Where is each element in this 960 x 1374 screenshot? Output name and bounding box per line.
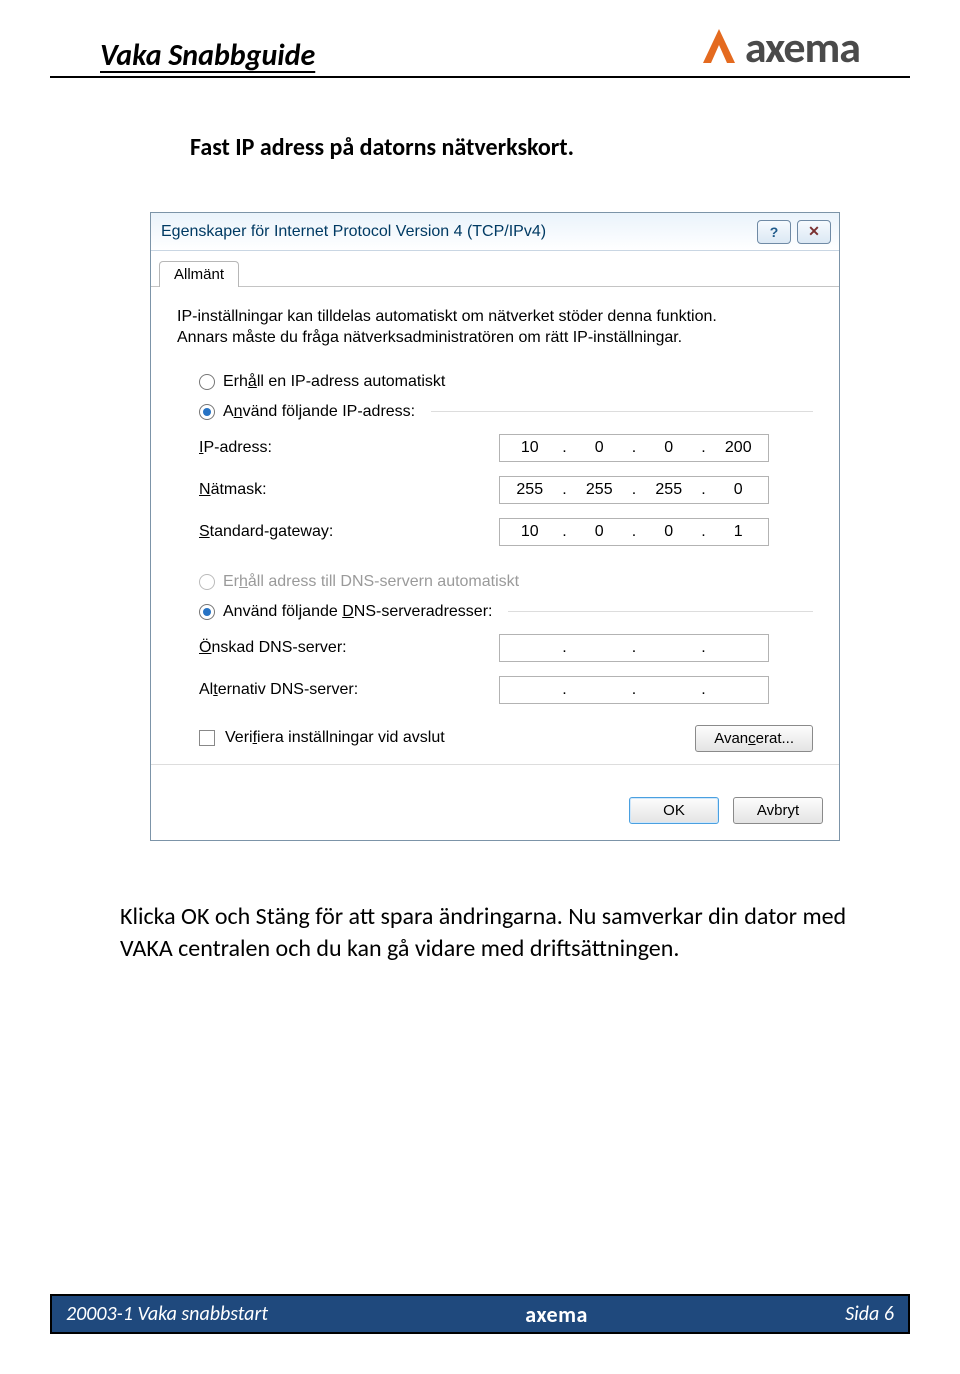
field-ip-address: IP-adress: 10. 0. 0. 200 (177, 427, 813, 469)
page-title: Vaka Snabbguide (100, 37, 315, 74)
dialog-body: IP-inställningar kan tilldelas automatis… (151, 287, 839, 785)
post-dialog-text: Klicka OK och Stäng för att spara ändrin… (120, 901, 900, 966)
footer-brand: axema (525, 1301, 588, 1328)
titlebar-buttons (757, 220, 831, 244)
radio-icon (199, 404, 215, 420)
ipv4-properties-dialog: Egenskaper för Internet Protocol Version… (150, 212, 840, 841)
ip-address-label: IP-adress: (199, 439, 499, 457)
help-button[interactable] (757, 220, 791, 244)
field-subnet-mask: Nätmask: 255. 255. 255. 0 (177, 469, 813, 511)
dialog-titlebar: Egenskaper för Internet Protocol Version… (151, 213, 839, 251)
tab-strip: Allmänt (151, 250, 839, 287)
radio-label: Använd följande DNS-serveradresser: (223, 603, 492, 621)
alternate-dns-input[interactable]: . . . (499, 676, 769, 704)
field-preferred-dns: Önskad DNS-server: . . . (177, 627, 813, 669)
cancel-button[interactable]: Avbryt (733, 797, 823, 824)
radio-label: Erhåll adress till DNS-servern automatis… (223, 573, 519, 591)
footer-page-number: Sida 6 (845, 1302, 894, 1326)
ok-button[interactable]: OK (629, 797, 719, 824)
dialog-title: Egenskaper för Internet Protocol Version… (161, 223, 757, 241)
subnet-mask-input[interactable]: 255. 255. 255. 0 (499, 476, 769, 504)
dialog-footer: OK Avbryt (151, 785, 839, 840)
radio-icon (199, 604, 215, 620)
radio-use-following-ip[interactable]: Använd följande IP-adress: (177, 397, 813, 427)
radio-obtain-dns-auto: Erhåll adress till DNS-servern automatis… (177, 567, 813, 597)
verify-on-exit-row: Verifiera inställningar vid avslut Avanc… (177, 711, 813, 756)
radio-label: Erhåll en IP-adress automatiskt (223, 373, 445, 391)
radio-label: Använd följande IP-adress: (223, 403, 415, 421)
section-subtitle: Fast IP adress på datorns nätverkskort. (190, 133, 900, 162)
axema-logo-icon (697, 25, 741, 69)
radio-use-following-dns[interactable]: Använd följande DNS-serveradresser: (177, 597, 813, 627)
brand-logo-text: axema (745, 20, 860, 74)
page-header: Vaka Snabbguide axema (50, 0, 910, 78)
page-footer: 20003-1 Vaka snabbstart axema Sida 6 (50, 1294, 910, 1334)
group-divider (431, 411, 813, 412)
brand-logo: axema (697, 20, 860, 74)
subnet-mask-label: Nätmask: (199, 481, 499, 499)
field-default-gateway: Standard-gateway: 10. 0. 0. 1 (177, 511, 813, 553)
tab-general[interactable]: Allmänt (159, 261, 239, 287)
ip-address-input[interactable]: 10. 0. 0. 200 (499, 434, 769, 462)
advanced-button[interactable]: Avancerat... (695, 725, 813, 752)
preferred-dns-label: Önskad DNS-server: (199, 639, 499, 657)
radio-icon (199, 374, 215, 390)
footer-doc-id: 20003-1 Vaka snabbstart (66, 1302, 268, 1326)
verify-checkbox[interactable] (199, 730, 215, 746)
dialog-inner-divider (151, 764, 839, 765)
gateway-label: Standard-gateway: (199, 523, 499, 541)
preferred-dns-input[interactable]: . . . (499, 634, 769, 662)
field-alternate-dns: Alternativ DNS-server: . . . (177, 669, 813, 711)
alternate-dns-label: Alternativ DNS-server: (199, 681, 499, 699)
close-button[interactable] (797, 220, 831, 244)
info-text: IP-inställningar kan tilldelas automatis… (177, 307, 757, 349)
radio-icon (199, 574, 215, 590)
verify-label: Verifiera inställningar vid avslut (225, 729, 445, 747)
radio-obtain-ip-auto[interactable]: Erhåll en IP-adress automatiskt (177, 367, 813, 397)
gateway-input[interactable]: 10. 0. 0. 1 (499, 518, 769, 546)
content: Fast IP adress på datorns nätverkskort. … (0, 83, 960, 965)
group-divider (508, 611, 813, 612)
